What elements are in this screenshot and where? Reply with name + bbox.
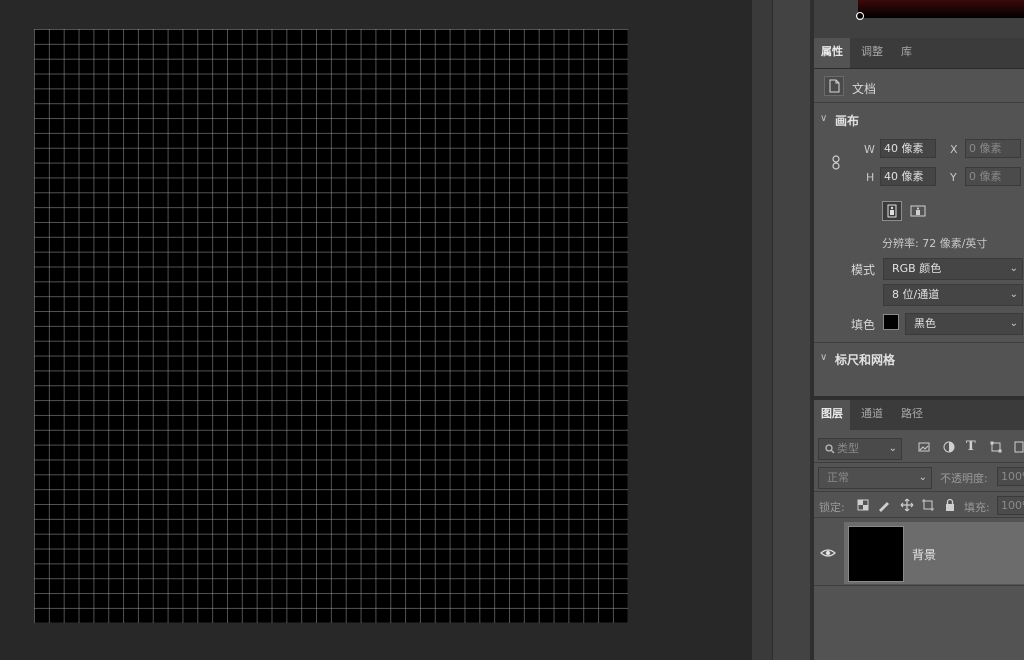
lock-transparent-pixels-icon[interactable] bbox=[857, 499, 869, 511]
divider bbox=[814, 462, 1024, 463]
panel-gutter bbox=[752, 0, 772, 660]
tab-paths[interactable]: 路径 bbox=[894, 400, 930, 430]
divider bbox=[814, 491, 1024, 492]
chevron-down-icon: ⌄ bbox=[1009, 289, 1018, 300]
color-picker-marker[interactable] bbox=[856, 12, 864, 20]
color-panel bbox=[814, 0, 1024, 38]
fill-value: 黑色 bbox=[914, 317, 936, 330]
bit-depth-select[interactable]: 8 位/通道 ⌄ bbox=[883, 284, 1023, 306]
fill-color-swatch[interactable] bbox=[883, 314, 899, 330]
lock-artboard-icon[interactable] bbox=[921, 498, 935, 512]
tab-properties[interactable]: 属性 bbox=[814, 38, 850, 68]
layer-name[interactable]: 背景 bbox=[912, 546, 936, 563]
y-field[interactable]: 0 像素 bbox=[965, 167, 1021, 186]
blend-mode-value: 正常 bbox=[827, 471, 849, 484]
color-field[interactable] bbox=[858, 0, 1024, 18]
color-mode-value: RGB 颜色 bbox=[892, 262, 942, 275]
lock-image-pixels-icon[interactable] bbox=[877, 498, 891, 512]
divider bbox=[814, 342, 1024, 343]
blend-mode-select[interactable]: 正常 ⌄ bbox=[818, 467, 932, 489]
resolution-text: 分辨率: 72 像素/英寸 bbox=[882, 237, 988, 250]
document-label: 文档 bbox=[852, 82, 877, 96]
mode-label: 模式 bbox=[851, 263, 876, 277]
divider bbox=[814, 585, 1024, 586]
document-workspace bbox=[0, 0, 752, 660]
tab-layers[interactable]: 图层 bbox=[814, 400, 850, 430]
x-field[interactable]: 0 像素 bbox=[965, 139, 1021, 158]
bit-depth-value: 8 位/通道 bbox=[892, 288, 940, 301]
link-dimensions-icon[interactable] bbox=[830, 154, 842, 172]
divider bbox=[814, 517, 1024, 518]
chevron-down-icon: ⌄ bbox=[1009, 263, 1018, 274]
tab-adjustments[interactable]: 调整 bbox=[854, 38, 890, 68]
divider bbox=[814, 102, 1024, 103]
smart-object-filter-icon[interactable] bbox=[1012, 440, 1024, 454]
width-field[interactable]: 40 像素 bbox=[880, 139, 936, 158]
type-filter-icon[interactable]: T bbox=[966, 440, 980, 454]
document-icon bbox=[824, 76, 844, 96]
document-canvas[interactable] bbox=[34, 29, 628, 623]
chevron-down-icon[interactable]: ∨ bbox=[820, 352, 827, 363]
fill-opacity-label: 填充: bbox=[964, 501, 990, 514]
fill-opacity-field[interactable]: 100% bbox=[997, 496, 1024, 515]
lock-label: 锁定: bbox=[819, 501, 845, 514]
lock-all-icon[interactable] bbox=[944, 498, 956, 512]
right-panel-column: 属性 调整 库 文档 ∨ 画布 W 40 像素 X 0 像素 H 40 像素 Y… bbox=[814, 0, 1024, 660]
layer-thumbnail[interactable] bbox=[848, 526, 904, 582]
chevron-down-icon: ⌄ bbox=[888, 443, 897, 454]
chevron-down-icon: ⌄ bbox=[1009, 318, 1018, 329]
adjustment-filter-icon[interactable] bbox=[942, 440, 956, 454]
height-label: H bbox=[866, 171, 875, 184]
chevron-down-icon[interactable]: ∨ bbox=[820, 113, 827, 124]
rulers-grids-section-title[interactable]: 标尺和网格 bbox=[835, 351, 895, 368]
collapsed-panel-dock bbox=[772, 0, 811, 660]
eye-icon[interactable] bbox=[820, 545, 836, 561]
shape-filter-icon[interactable] bbox=[989, 440, 1003, 454]
lock-position-icon[interactable] bbox=[900, 498, 914, 512]
tab-libraries[interactable]: 库 bbox=[894, 38, 919, 68]
tab-channels[interactable]: 通道 bbox=[854, 400, 890, 430]
portrait-orientation-icon[interactable] bbox=[882, 201, 902, 221]
width-label: W bbox=[864, 143, 875, 156]
x-label: X bbox=[950, 143, 958, 156]
opacity-label: 不透明度: bbox=[940, 472, 988, 485]
chevron-down-icon: ⌄ bbox=[918, 472, 927, 483]
fill-label: 填色 bbox=[851, 318, 876, 332]
color-mode-select[interactable]: RGB 颜色 ⌄ bbox=[883, 258, 1023, 280]
image-filter-icon[interactable] bbox=[917, 440, 931, 454]
y-label: Y bbox=[950, 171, 957, 184]
canvas-section-title[interactable]: 画布 bbox=[835, 112, 859, 129]
layer-filter-select[interactable]: 类型 ⌄ bbox=[818, 438, 902, 460]
landscape-orientation-icon[interactable] bbox=[908, 201, 928, 221]
layers-tabbar: 图层 通道 路径 bbox=[814, 400, 1024, 431]
fill-select[interactable]: 黑色 ⌄ bbox=[905, 313, 1023, 335]
height-field[interactable]: 40 像素 bbox=[880, 167, 936, 186]
search-icon bbox=[825, 444, 835, 454]
properties-tabbar: 属性 调整 库 bbox=[814, 38, 1024, 69]
opacity-field[interactable]: 100% bbox=[997, 467, 1024, 486]
